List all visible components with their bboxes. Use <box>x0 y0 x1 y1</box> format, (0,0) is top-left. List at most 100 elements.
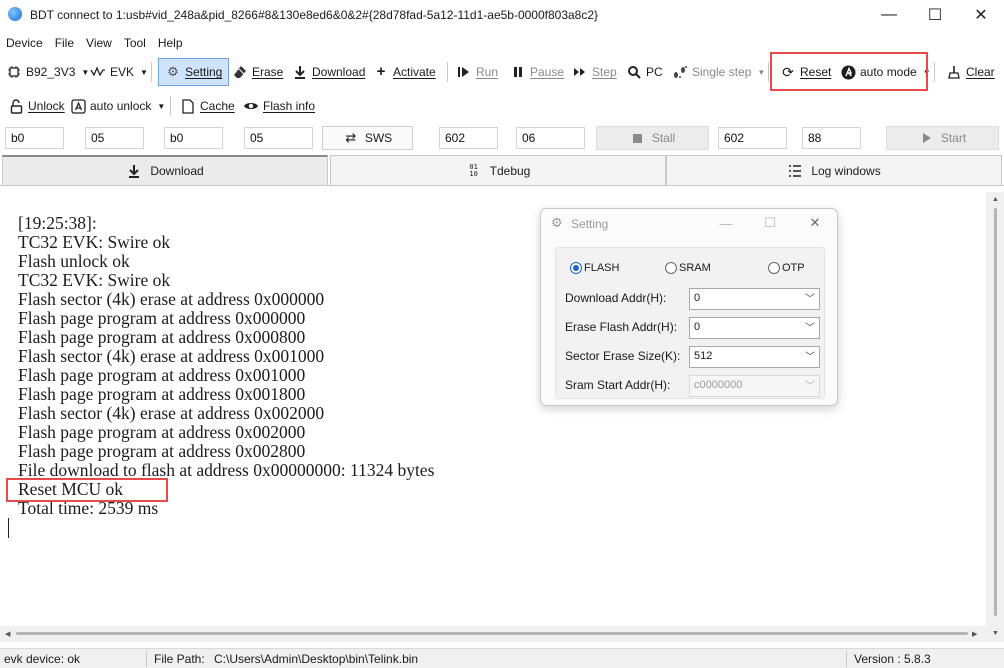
tab-tdebug[interactable]: 01 10 Tdebug <box>330 155 666 186</box>
setting-button[interactable]: ⚙ Setting <box>158 58 230 86</box>
toolbar-divider <box>151 62 152 82</box>
pause-icon <box>510 64 526 80</box>
device-status: evk device: ok <box>4 652 81 666</box>
value-input-3[interactable] <box>516 127 585 149</box>
menu-file[interactable]: File <box>49 32 80 54</box>
radio-otp[interactable]: OTP <box>768 262 805 274</box>
download-button[interactable]: Download <box>292 60 365 84</box>
start-label: Start <box>940 131 967 145</box>
toolbar-divider <box>447 62 448 82</box>
horizontal-scrollbar[interactable]: ◀ ▶ <box>0 626 986 642</box>
chevron-down-icon: ﹀ <box>805 352 815 363</box>
menu-device[interactable]: Device <box>0 32 49 54</box>
scroll-thumb[interactable] <box>16 632 968 635</box>
highlight-box <box>770 52 928 91</box>
tab-log-windows-label: Log windows <box>811 163 881 178</box>
chevron-down-icon: ﹀ <box>805 381 815 392</box>
chevron-down-icon: ▼ <box>140 67 148 77</box>
address-input-2[interactable] <box>164 127 223 149</box>
download-addr-label: Download Addr(H): <box>565 291 667 305</box>
value-input-1[interactable] <box>85 127 144 149</box>
radio-flash[interactable]: FLASH <box>570 262 619 274</box>
stall-button[interactable]: Stall <box>596 126 709 150</box>
maximize-button[interactable]: ☐ <box>912 0 958 30</box>
single-step-button[interactable]: Single step ▼ <box>672 60 765 84</box>
log-output[interactable]: [19:25:38]: TC32 EVK: Swire ok Flash unl… <box>0 192 986 642</box>
sector-size-select[interactable]: 512 ﹀ <box>689 346 820 368</box>
pc-button[interactable]: PC <box>626 60 663 84</box>
setting-dialog: ⚙ Setting — ☐ ✕ FLASH SRAM OTP Download … <box>540 208 838 406</box>
tab-log-windows[interactable]: Log windows <box>666 155 1002 186</box>
auto-unlock-select[interactable]: auto unlock ▼ <box>70 94 165 118</box>
sector-size-label: Sector Erase Size(K): <box>565 349 681 363</box>
clear-button[interactable]: Clear <box>946 60 995 84</box>
address-input-3[interactable] <box>439 127 498 149</box>
scroll-down-icon[interactable]: ▼ <box>992 630 999 637</box>
start-button[interactable]: Start <box>886 126 999 150</box>
title-bar: BDT connect to 1:usb#vid_248a&pid_8266#8… <box>0 0 1004 30</box>
value-input-4[interactable] <box>802 127 861 149</box>
log-line: TC32 EVK: Swire ok <box>18 232 171 252</box>
close-button[interactable]: ✕ <box>803 213 827 233</box>
activate-label: Activate <box>393 65 436 79</box>
menu-bar: Device File View Tool Help <box>0 32 189 54</box>
version-label: Version : 5.8.3 <box>854 652 931 666</box>
log-line: Flash sector (4k) erase at address 0x000… <box>18 289 325 309</box>
menu-view[interactable]: View <box>80 32 118 54</box>
download-addr-select[interactable]: 0 ﹀ <box>689 288 820 310</box>
address-input-4[interactable] <box>718 127 787 149</box>
chip-select[interactable]: B92_3V3 ▼ <box>6 60 89 84</box>
step-button[interactable]: Step <box>572 60 617 84</box>
cache-button[interactable]: Cache <box>180 94 235 118</box>
register-inputs-row: ⇄ SWS Stall Start <box>0 124 1004 152</box>
menu-help[interactable]: Help <box>152 32 189 54</box>
log-line: Flash page program at address 0x000800 <box>18 327 306 347</box>
erase-button[interactable]: Erase <box>232 60 283 84</box>
run-icon <box>456 64 472 80</box>
sws-button[interactable]: ⇄ SWS <box>322 126 413 150</box>
vertical-scrollbar[interactable]: ▲ ▼ <box>986 192 1004 642</box>
activate-button[interactable]: + Activate <box>373 60 436 84</box>
address-input-1[interactable] <box>5 127 64 149</box>
value-input-2[interactable] <box>244 127 313 149</box>
scroll-right-icon[interactable]: ▶ <box>972 630 977 638</box>
sram-addr-value: c0000000 <box>694 379 743 391</box>
chevron-down-icon: ﹀ <box>805 294 815 305</box>
scroll-thumb[interactable] <box>994 208 997 616</box>
step-label: Step <box>592 65 617 79</box>
toolbar-divider <box>934 62 935 82</box>
close-button[interactable]: ✕ <box>958 0 1004 30</box>
tab-download-label: Download <box>150 164 204 178</box>
radio-sram[interactable]: SRAM <box>665 262 711 274</box>
chip-label: B92_3V3 <box>26 65 76 79</box>
flash-info-button[interactable]: Flash info <box>243 94 315 118</box>
download-addr-value: 0 <box>694 292 701 304</box>
sector-size-value: 512 <box>694 350 713 362</box>
footprints-icon <box>672 64 688 80</box>
scroll-left-icon[interactable]: ◀ <box>5 630 10 638</box>
chevron-down-icon: ▼ <box>81 67 90 77</box>
plus-icon: + <box>376 63 386 80</box>
erase-label: Erase <box>252 65 284 79</box>
single-step-label: Single step <box>692 65 752 79</box>
toolbar-divider <box>768 62 769 82</box>
erase-addr-select[interactable]: 0 ﹀ <box>689 317 820 339</box>
pause-button[interactable]: Pause <box>510 60 564 84</box>
sram-addr-select[interactable]: c0000000 ﹀ <box>689 375 820 397</box>
run-button[interactable]: Run <box>456 60 498 84</box>
search-icon <box>626 64 642 80</box>
unlock-button[interactable]: Unlock <box>8 94 65 118</box>
minimize-button[interactable]: — <box>866 0 912 30</box>
maximize-button[interactable]: ☐ <box>758 213 782 233</box>
log-line: Flash page program at address 0x001000 <box>18 365 306 385</box>
window-title: BDT connect to 1:usb#vid_248a&pid_8266#8… <box>30 8 599 22</box>
log-line: Flash page program at address 0x000000 <box>18 308 306 328</box>
menu-tool[interactable]: Tool <box>118 32 152 54</box>
auto-unlock-icon <box>70 98 86 114</box>
run-label: Run <box>476 65 499 79</box>
board-select[interactable]: EVK ▼ <box>90 60 148 84</box>
scroll-up-icon[interactable]: ▲ <box>992 196 999 203</box>
minimize-button[interactable]: — <box>714 213 738 233</box>
status-divider <box>146 651 147 667</box>
tab-download[interactable]: Download <box>2 155 328 186</box>
